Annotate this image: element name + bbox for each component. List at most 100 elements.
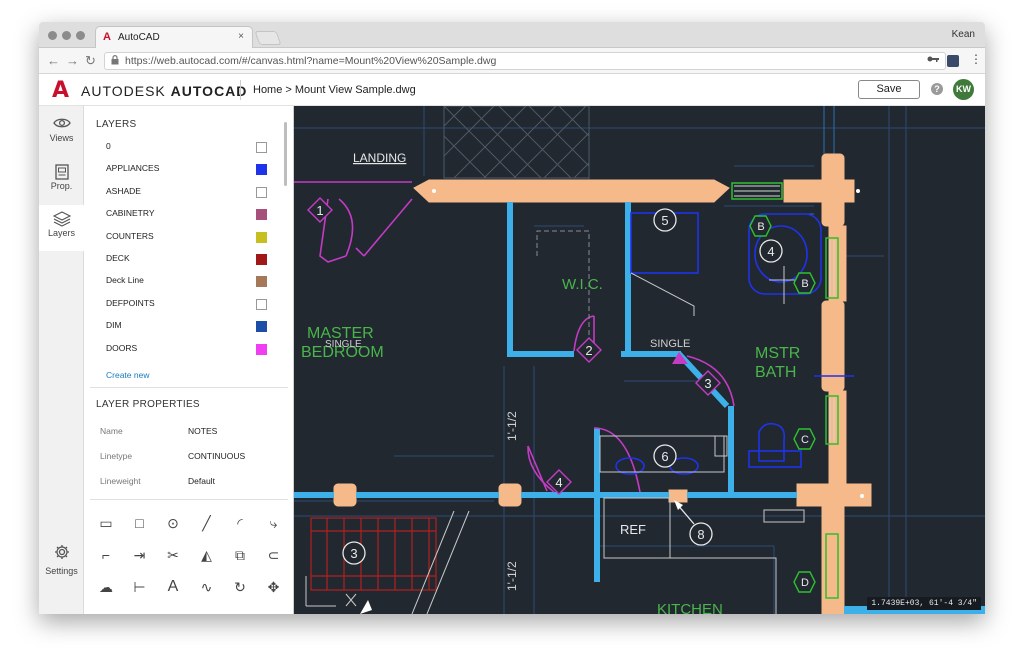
- prop-value[interactable]: NOTES: [188, 426, 217, 436]
- layers-icon: [39, 211, 84, 228]
- profile-name[interactable]: Kean: [952, 29, 975, 40]
- rail-item-properties[interactable]: Prop.: [39, 158, 84, 204]
- polyline-tool-icon[interactable]: ⤷: [263, 512, 285, 534]
- mirror-tool-icon[interactable]: ◭: [196, 544, 218, 566]
- reload-icon[interactable]: ↻: [85, 53, 96, 69]
- move-tool-icon[interactable]: ✥: [263, 576, 285, 598]
- label-kitchen: KITCHEN: [657, 601, 723, 614]
- tag-3: 3: [704, 376, 711, 391]
- tag-4: 4: [555, 475, 562, 490]
- help-icon[interactable]: ?: [931, 83, 943, 95]
- layer-row[interactable]: Deck Line: [106, 275, 271, 289]
- layer-name: COUNTERS: [106, 230, 154, 241]
- layer-row[interactable]: CABINETRY: [106, 208, 271, 222]
- spline-tool-icon[interactable]: ∿: [196, 576, 218, 598]
- layers-scrollbar[interactable]: [284, 122, 287, 186]
- layer-color-swatch[interactable]: [256, 276, 267, 288]
- layer-color-swatch[interactable]: [256, 209, 267, 221]
- layer-color-swatch[interactable]: [256, 231, 267, 243]
- layer-color-swatch[interactable]: [256, 164, 267, 176]
- key-icon[interactable]: [927, 54, 939, 66]
- fillet-tool-icon[interactable]: ⊂: [263, 544, 285, 566]
- extend-tool-icon[interactable]: ⇥: [129, 544, 151, 566]
- user-avatar[interactable]: KW: [953, 79, 974, 100]
- floor-plan-drawing[interactable]: LANDING W.I.C. MASTER BEDROOM SINGLE SIN…: [294, 106, 985, 614]
- rail-label-prop: Prop.: [50, 181, 73, 191]
- tag-8: 8: [697, 527, 704, 542]
- label-bath: BATH: [755, 364, 796, 381]
- save-button[interactable]: Save: [858, 80, 920, 99]
- layer-name: DEFPOINTS: [106, 297, 155, 308]
- layer-row[interactable]: DOORS: [106, 343, 271, 357]
- layer-name: Deck Line: [106, 275, 144, 286]
- ruler-tool-icon[interactable]: ▭: [95, 512, 117, 534]
- hex-tag-b: B: [801, 278, 808, 290]
- text-tool-icon[interactable]: A: [162, 576, 184, 598]
- breadcrumb[interactable]: Home > Mount View Sample.dwg: [253, 84, 416, 96]
- drawing-canvas[interactable]: LANDING W.I.C. MASTER BEDROOM SINGLE SIN…: [294, 106, 985, 614]
- new-tab-button[interactable]: [254, 31, 282, 45]
- browser-menu-icon[interactable]: ⋮: [970, 52, 982, 66]
- url-text: https://web.autocad.com/#/canvas.html?na…: [125, 55, 497, 67]
- dimension-text: 1'-1/2: [505, 561, 519, 591]
- extension-icon[interactable]: [947, 55, 959, 67]
- tab-title: AutoCAD: [118, 32, 160, 43]
- tab-autocad[interactable]: A AutoCAD ×: [95, 26, 253, 48]
- layers-title: LAYERS: [96, 119, 137, 130]
- brand-autocad: AUTOCAD: [170, 83, 248, 99]
- panel-divider: [90, 387, 288, 388]
- layer-name: DIM: [106, 320, 122, 331]
- rectangle-tool-icon[interactable]: □: [129, 512, 151, 534]
- layer-row[interactable]: COUNTERS: [106, 231, 271, 245]
- revision-cloud-tool-icon[interactable]: ☁: [95, 576, 117, 598]
- line-tool-icon[interactable]: ╱: [196, 512, 218, 534]
- rail-item-settings[interactable]: Settings: [39, 544, 84, 576]
- arc-tool-icon[interactable]: ◜: [229, 512, 251, 534]
- layer-row[interactable]: DECK: [106, 253, 271, 267]
- offset-tool-icon[interactable]: ⌐: [95, 544, 117, 566]
- tab-strip: A AutoCAD × Kean: [39, 22, 985, 48]
- layer-row[interactable]: APPLIANCES: [106, 163, 271, 177]
- prop-value[interactable]: Default: [188, 476, 215, 486]
- layer-color-swatch[interactable]: [256, 298, 267, 310]
- rotate-tool-icon[interactable]: ↻: [229, 576, 251, 598]
- layer-row[interactable]: DIM: [106, 320, 271, 334]
- layer-row[interactable]: DEFPOINTS: [106, 298, 271, 312]
- layers-panel: LAYERS 0 APPLIANCES ASHADE CABINETRY COUNTER…: [84, 106, 294, 614]
- close-tab-icon[interactable]: ×: [238, 31, 244, 42]
- tag-2: 2: [585, 343, 592, 358]
- hex-tag-d: D: [801, 577, 809, 589]
- create-new-link[interactable]: Create new: [106, 370, 149, 380]
- url-field[interactable]: https://web.autocad.com/#/canvas.html?na…: [104, 52, 946, 70]
- app-header: A AUTODESK AUTOCAD Home > Mount View Sam…: [39, 74, 985, 106]
- layer-color-swatch[interactable]: [256, 321, 267, 333]
- gear-icon: [39, 544, 84, 564]
- trim-tool-icon[interactable]: ✂: [162, 544, 184, 566]
- layer-row[interactable]: ASHADE: [106, 186, 271, 200]
- layer-color-swatch[interactable]: [256, 186, 267, 198]
- layer-properties-title: LAYER PROPERTIES: [96, 399, 200, 410]
- lock-icon: [111, 55, 119, 68]
- maximize-window-button[interactable]: [76, 31, 85, 40]
- layer-color-swatch[interactable]: [256, 343, 267, 355]
- panel-divider: [90, 499, 288, 500]
- dimension-tool-icon[interactable]: ⊢: [129, 576, 151, 598]
- label-landing: LANDING: [353, 151, 406, 165]
- rail-item-views[interactable]: Views: [39, 110, 84, 156]
- back-icon[interactable]: ←: [47, 53, 60, 68]
- forward-icon[interactable]: →: [66, 53, 79, 68]
- eye-icon: [39, 116, 84, 133]
- label-mstr: MSTR: [755, 345, 800, 362]
- prop-value[interactable]: CONTINUOUS: [188, 451, 245, 461]
- layer-row[interactable]: 0: [106, 141, 271, 155]
- layer-color-swatch[interactable]: [256, 142, 267, 153]
- close-window-button[interactable]: [48, 31, 57, 40]
- label-ref: REF: [620, 522, 646, 537]
- copy-tool-icon[interactable]: ⧉: [229, 544, 251, 566]
- minimize-window-button[interactable]: [62, 31, 71, 40]
- layer-name: DOORS: [106, 342, 138, 353]
- rail-item-layers[interactable]: Layers: [39, 205, 85, 251]
- hex-tag-c: C: [801, 434, 809, 446]
- layer-color-swatch[interactable]: [256, 254, 267, 265]
- circle-tool-icon[interactable]: ⊙: [162, 512, 184, 534]
